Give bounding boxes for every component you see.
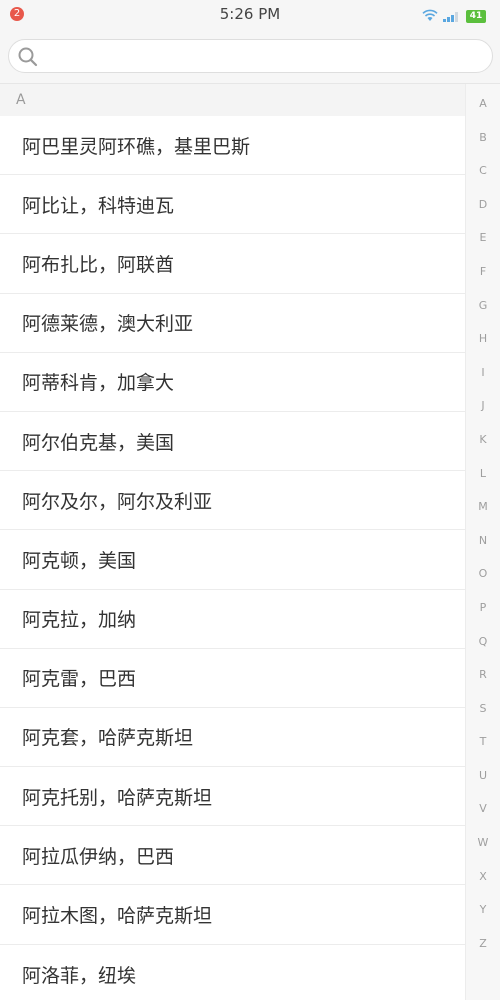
wifi-icon <box>422 7 438 26</box>
index-letter-o[interactable]: O <box>466 557 500 591</box>
list-item[interactable]: 阿洛菲，纽埃 <box>0 945 465 1000</box>
signal-icon <box>443 7 461 26</box>
list-item[interactable]: 阿克雷，巴西 <box>0 649 465 708</box>
city-list: A 阿巴里灵阿环礁，基里巴斯 阿比让，科特迪瓦 阿布扎比，阿联酋 阿德莱德，澳大… <box>0 84 465 1000</box>
index-letter-l[interactable]: L <box>466 457 500 491</box>
list-item[interactable]: 阿拉木图，哈萨克斯坦 <box>0 885 465 945</box>
index-letter-k[interactable]: K <box>466 423 500 457</box>
list-item[interactable]: 阿比让，科特迪瓦 <box>0 175 465 235</box>
index-letter-v[interactable]: V <box>466 792 500 826</box>
section-header-a: A <box>0 84 465 116</box>
index-letter-b[interactable]: B <box>466 121 500 155</box>
index-letter-m[interactable]: M <box>466 490 500 524</box>
index-letter-n[interactable]: N <box>466 524 500 558</box>
index-letter-r[interactable]: R <box>466 658 500 692</box>
search-bar[interactable] <box>8 39 493 73</box>
alphabet-index-bar[interactable]: A B C D E F G H I J K L M N O P Q R S T … <box>465 84 500 1000</box>
index-letter-u[interactable]: U <box>466 759 500 793</box>
index-letter-h[interactable]: H <box>466 322 500 356</box>
index-letter-c[interactable]: C <box>466 154 500 188</box>
index-letter-i[interactable]: I <box>466 356 500 390</box>
list-item[interactable]: 阿德莱德，澳大利亚 <box>0 294 465 353</box>
index-letter-f[interactable]: F <box>466 255 500 289</box>
index-letter-z[interactable]: Z <box>466 927 500 961</box>
list-item[interactable]: 阿巴里灵阿环礁，基里巴斯 <box>0 116 465 176</box>
search-icon <box>17 46 39 72</box>
list-item[interactable]: 阿克托别，哈萨克斯坦 <box>0 767 465 827</box>
index-letter-x[interactable]: X <box>466 860 500 894</box>
list-item[interactable]: 阿蒂科肯，加拿大 <box>0 353 465 412</box>
search-input[interactable] <box>49 42 479 70</box>
list-item[interactable]: 阿克套，哈萨克斯坦 <box>0 708 465 768</box>
index-letter-w[interactable]: W <box>466 826 500 860</box>
index-letter-e[interactable]: E <box>466 221 500 255</box>
index-letter-y[interactable]: Y <box>466 893 500 927</box>
battery-icon: 41 <box>466 10 486 23</box>
index-letter-g[interactable]: G <box>466 289 500 323</box>
list-item[interactable]: 阿尔及尔，阿尔及利亚 <box>0 471 465 531</box>
index-letter-s[interactable]: S <box>466 692 500 726</box>
list-item[interactable]: 阿尔伯克基，美国 <box>0 412 465 472</box>
index-letter-a[interactable]: A <box>466 87 500 121</box>
list-item[interactable]: 阿拉瓜伊纳，巴西 <box>0 826 465 886</box>
index-letter-p[interactable]: P <box>466 591 500 625</box>
top-bar: 2 5:26 PM 41 <box>0 0 500 84</box>
index-letter-d[interactable]: D <box>466 188 500 222</box>
status-icons: 41 <box>422 7 486 26</box>
list-item[interactable]: 阿克顿，美国 <box>0 530 465 590</box>
status-bar: 2 5:26 PM 41 <box>0 0 500 28</box>
index-letter-t[interactable]: T <box>466 725 500 759</box>
list-item[interactable]: 阿克拉，加纳 <box>0 590 465 649</box>
index-letter-q[interactable]: Q <box>466 625 500 659</box>
index-letter-j[interactable]: J <box>466 389 500 423</box>
list-item[interactable]: 阿布扎比，阿联酋 <box>0 234 465 294</box>
